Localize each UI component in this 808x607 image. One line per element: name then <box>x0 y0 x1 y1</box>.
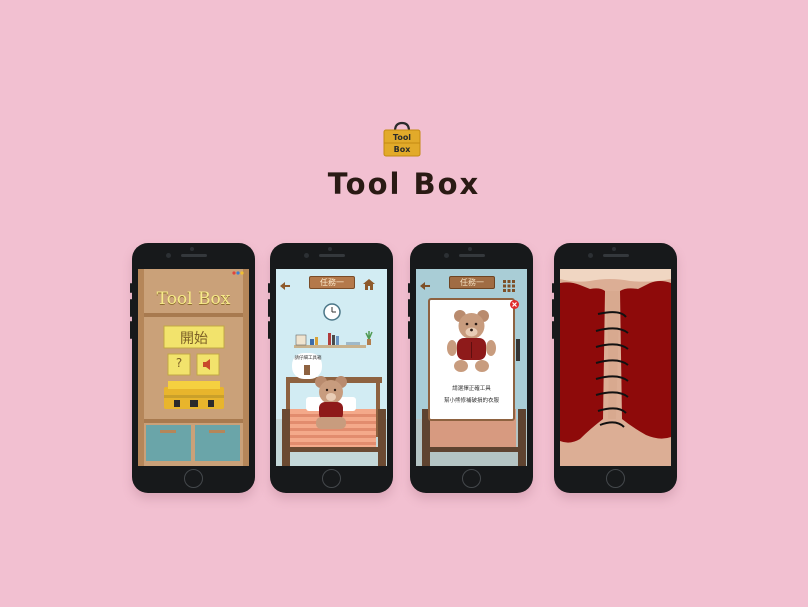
home-button[interactable] <box>183 469 203 488</box>
speaker-grille <box>458 254 485 257</box>
logo-line2: Box <box>394 145 412 154</box>
grid-icon <box>503 280 515 292</box>
speaker-grille <box>180 254 207 257</box>
bear-illustration <box>447 310 496 372</box>
back-button[interactable] <box>418 277 432 290</box>
front-camera-icon <box>304 253 309 258</box>
phone-mockup-room: 任務一 請仔細工具箱 <box>268 243 393 493</box>
screen-home: Tool Box 開始 ? <box>138 269 249 466</box>
screen-popup: 任務一 請選擇正確工具 幫小熊修補破損的衣服 <box>416 269 527 466</box>
home-nav-button[interactable] <box>362 276 376 290</box>
start-button[interactable]: 開始 <box>164 328 224 348</box>
close-icon <box>510 300 519 309</box>
back-arrow-icon <box>280 282 290 290</box>
help-button[interactable]: ? <box>168 356 190 375</box>
front-camera-icon <box>588 253 593 258</box>
hint-bubble-text: 請仔細工具箱 <box>294 356 322 361</box>
camera-icon <box>190 247 194 251</box>
mission-dialog: 請選擇正確工具 幫小熊修補破損的衣服 <box>428 298 515 421</box>
house-icon <box>363 279 375 290</box>
speaker-grille <box>602 254 629 257</box>
phone-mockup-popup: 任務一 請選擇正確工具 幫小熊修補破損的衣服 <box>408 243 533 493</box>
speaker-icon <box>203 359 210 370</box>
phone-mockup-home: Tool Box 開始 ? <box>130 243 255 493</box>
camera-icon <box>468 247 472 251</box>
phone-mockup-stitch <box>552 243 677 493</box>
mission-header: 任務一 <box>449 276 495 289</box>
front-camera-icon <box>444 253 449 258</box>
logo-line1: Tool <box>393 133 411 142</box>
home-button[interactable] <box>461 469 481 488</box>
camera-icon <box>328 247 332 251</box>
speaker-grille <box>318 254 345 257</box>
screen-room: 任務一 請仔細工具箱 <box>276 269 387 466</box>
screen-stitch <box>560 269 671 466</box>
mission-header: 任務一 <box>309 276 355 289</box>
home-button[interactable] <box>321 469 341 488</box>
back-button[interactable] <box>278 277 292 290</box>
home-button[interactable] <box>605 469 625 488</box>
menu-button[interactable] <box>503 277 515 292</box>
dialog-prompt-line2: 幫小熊修補破損的衣服 <box>443 398 499 404</box>
toolbox-logo-icon: Tool Box <box>383 121 421 157</box>
camera-icon <box>612 247 616 251</box>
front-camera-icon <box>166 253 171 258</box>
page-title: Tool Box <box>327 167 481 201</box>
back-arrow-icon <box>420 282 430 290</box>
game-title-text: Tool Box <box>156 289 231 309</box>
close-button[interactable] <box>510 294 519 309</box>
sound-button[interactable] <box>197 354 219 375</box>
stitch-icon <box>560 269 671 466</box>
dialog-prompt-line1: 請選擇正確工具 <box>452 386 491 392</box>
